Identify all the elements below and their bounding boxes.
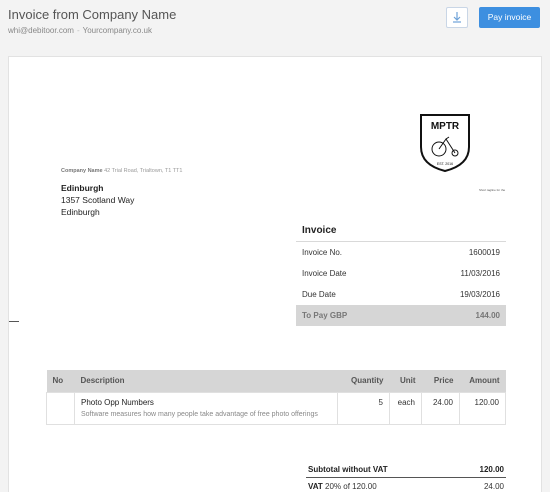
recipient-name: Edinburgh xyxy=(61,183,104,193)
invoice-details: Invoice Invoice No. 1600019 Invoice Date… xyxy=(296,222,506,326)
invoice-heading: Invoice xyxy=(296,222,506,242)
col-quantity: Quantity xyxy=(337,370,390,392)
cell-no xyxy=(46,391,75,425)
subtotal-value: 120.00 xyxy=(479,465,504,474)
email-link[interactable]: whi@debitoor.com xyxy=(8,26,74,35)
col-price: Price xyxy=(421,370,460,392)
cell-unit: each xyxy=(389,391,422,425)
vat-label-group: VAT 20% of 120.00 xyxy=(308,478,377,492)
website-link[interactable]: Yourcompany.co.uk xyxy=(83,26,152,35)
logo-text: MPTR xyxy=(431,121,460,132)
col-no: No xyxy=(46,370,75,392)
recipient-city: Edinburgh xyxy=(61,207,100,217)
company-logo: MPTR EST. 2016 xyxy=(419,113,471,173)
invoice-document: MPTR EST. 2016 Short tagline for the Com… xyxy=(8,56,542,492)
vat-detail: 20% of 120.00 xyxy=(325,482,377,491)
subtotal-row: Subtotal without VAT 120.00 xyxy=(306,461,506,478)
total-due-row: To Pay GBP 144.00 xyxy=(296,305,506,326)
logo-shield: MPTR EST. 2016 xyxy=(420,114,470,173)
item-description: Software measures how many people take a… xyxy=(81,410,318,418)
row-value: 1600019 xyxy=(468,248,500,257)
sender-address: Company Name 42 Trial Road, Trialtown, T… xyxy=(61,168,182,174)
col-amount: Amount xyxy=(459,370,506,392)
subtotal-label: Subtotal without VAT xyxy=(308,465,388,474)
sender-name: Company Name xyxy=(61,168,103,174)
line-items-table: No Description Quantity Unit Price Amoun… xyxy=(46,370,506,425)
total-value: 144.00 xyxy=(475,311,500,320)
cell-quantity: 5 xyxy=(337,391,390,425)
sender-street: 42 Trial Road, Trialtown, T1 TT1 xyxy=(104,168,183,174)
fold-mark xyxy=(9,321,19,322)
separator: - xyxy=(76,26,80,35)
item-title: Photo Opp Numbers xyxy=(81,397,154,407)
recipient-address: Edinburgh 1357 Scotland Way Edinburgh xyxy=(61,182,134,218)
cell-description: Photo Opp Numbers Software measures how … xyxy=(74,391,338,425)
pay-invoice-button[interactable]: Pay invoice xyxy=(479,7,540,28)
cell-price: 24.00 xyxy=(421,391,460,425)
recipient-street: 1357 Scotland Way xyxy=(61,195,135,205)
col-description: Description xyxy=(74,370,338,392)
invoice-date-row: Invoice Date 11/03/2016 xyxy=(296,263,506,284)
invoice-number-row: Invoice No. 1600019 xyxy=(296,242,506,263)
totals-block: Subtotal without VAT 120.00 VAT 20% of 1… xyxy=(306,461,506,492)
table-header-row: No Description Quantity Unit Price Amoun… xyxy=(46,370,506,392)
table-row: Photo Opp Numbers Software measures how … xyxy=(46,391,506,425)
cell-amount: 120.00 xyxy=(459,391,506,425)
row-value: 19/03/2016 xyxy=(459,290,500,299)
row-value: 11/03/2016 xyxy=(460,269,500,278)
logo-est: EST. 2016 xyxy=(437,162,453,166)
col-unit: Unit xyxy=(389,370,422,392)
vat-value: 24.00 xyxy=(483,482,504,491)
download-button[interactable] xyxy=(446,7,468,28)
row-label: Invoice No. xyxy=(302,248,343,257)
vat-label: VAT xyxy=(308,482,323,491)
total-label: To Pay GBP xyxy=(302,311,348,320)
due-date-row: Due Date 19/03/2016 xyxy=(296,284,506,305)
row-label: Invoice Date xyxy=(302,269,347,278)
download-icon xyxy=(453,12,461,23)
page-title: Invoice from Company Name xyxy=(8,7,177,22)
header-bar: Invoice from Company Name whi@debitoor.c… xyxy=(0,0,550,52)
logo-caption: Short tagline for the xyxy=(479,188,506,192)
vat-row: VAT 20% of 120.00 24.00 xyxy=(306,478,506,492)
row-label: Due Date xyxy=(302,290,336,299)
contact-line: whi@debitoor.com - Yourcompany.co.uk xyxy=(8,26,152,35)
